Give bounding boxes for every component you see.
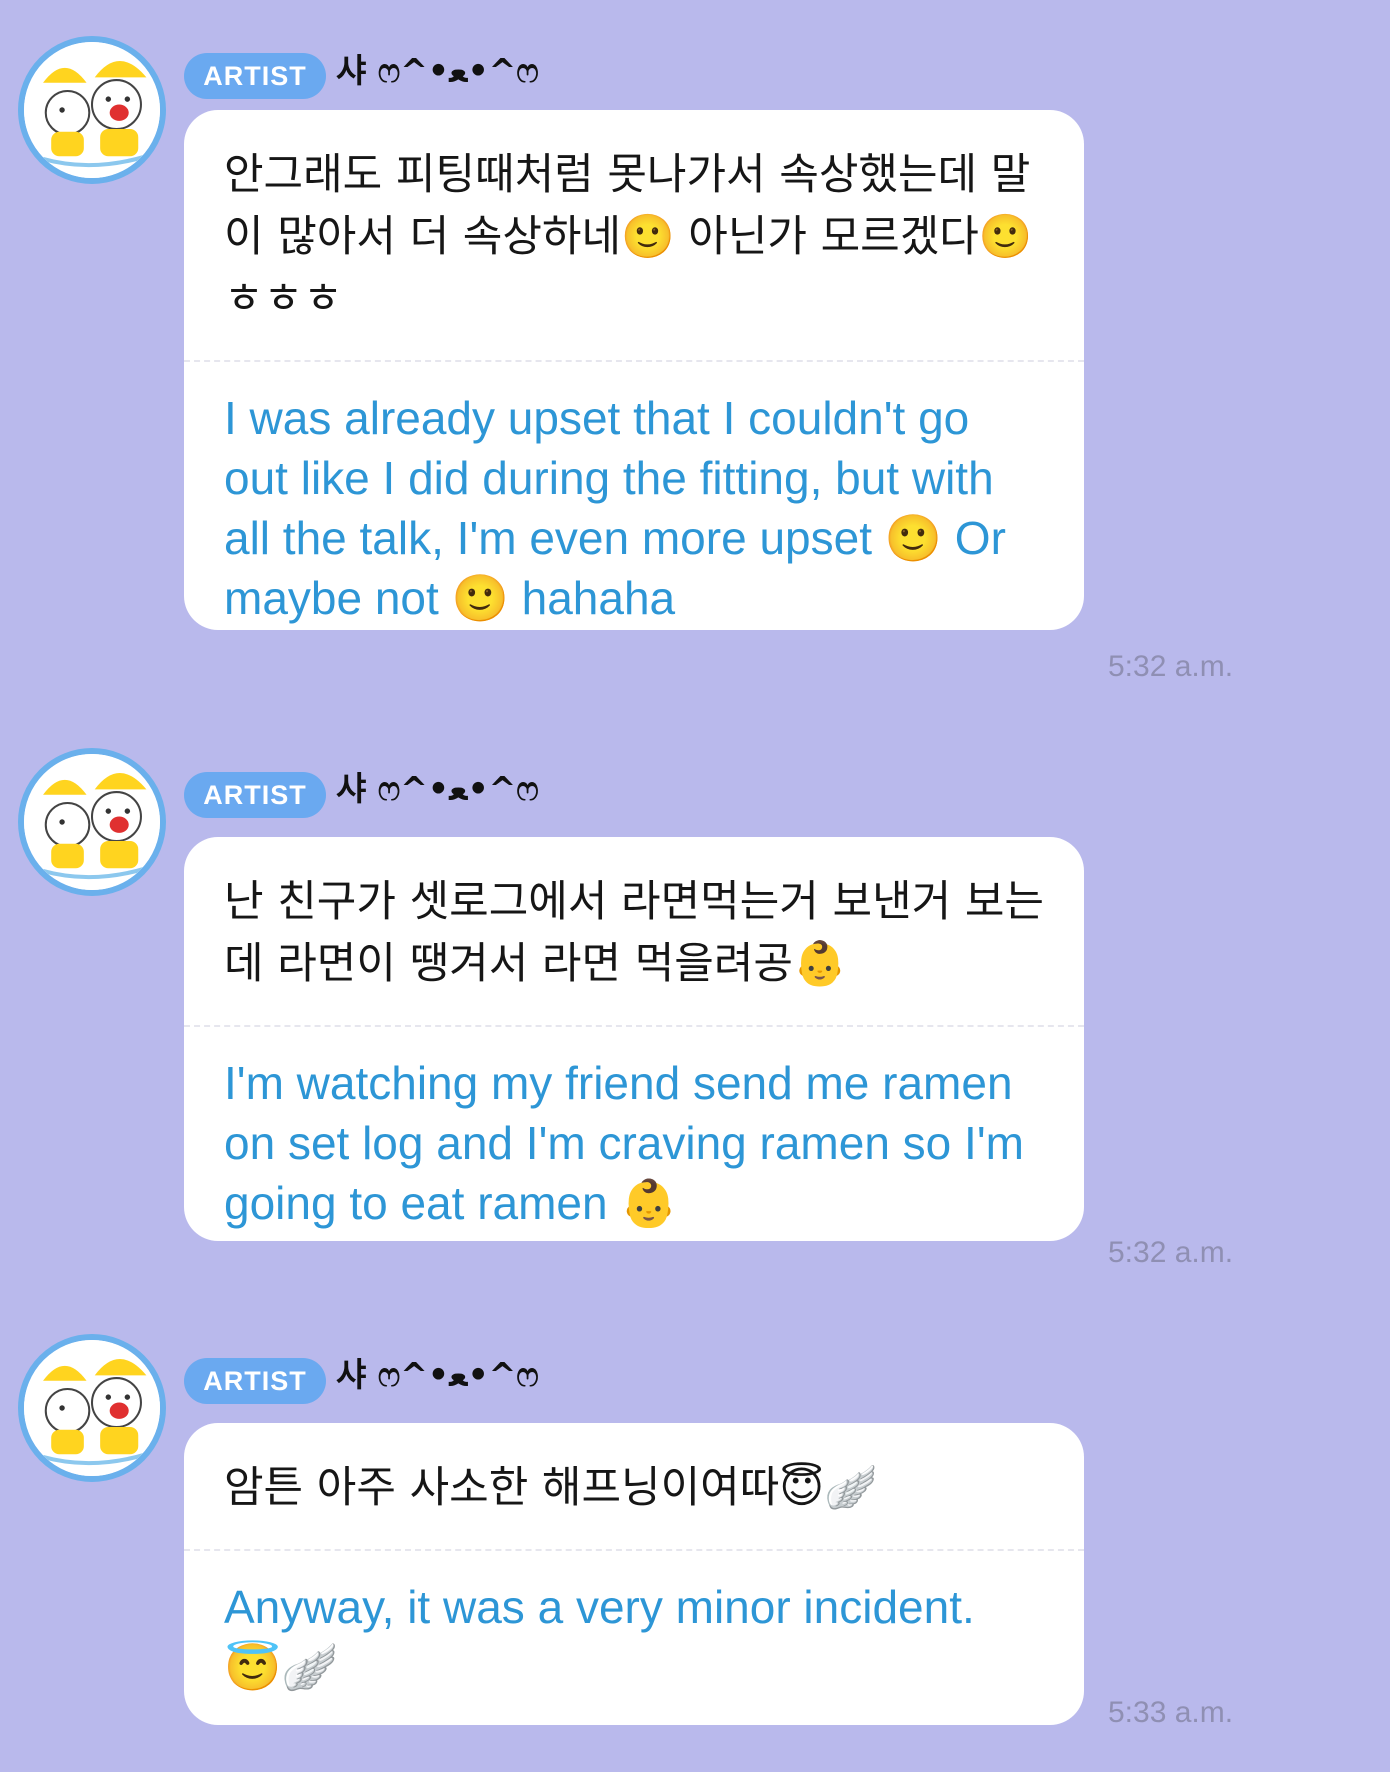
- cartoon-cat-icon: [24, 1340, 160, 1476]
- sender-name[interactable]: 샤 ෆ^•ﻌ•^ෆ: [336, 762, 539, 810]
- cartoon-cat-icon: [24, 754, 160, 890]
- message-bubble[interactable]: 난 친구가 셋로그에서 라면먹는거 보낸거 보는데 라면이 땡겨서 라면 먹을려…: [184, 837, 1084, 1241]
- cartoon-cat-icon: [24, 42, 160, 178]
- artist-badge: ARTIST: [184, 1358, 326, 1404]
- artist-badge: ARTIST: [184, 772, 326, 818]
- artist-badge: ARTIST: [184, 53, 326, 99]
- artist-avatar[interactable]: [18, 1334, 166, 1482]
- timestamp: 5:33 a.m.: [1108, 1696, 1234, 1729]
- original-text: 안그래도 피팅때처럼 못나가서 속상했는데 말이 많아서 더 속상하네🙂 아닌가…: [224, 150, 1033, 324]
- timestamp: 5:32 a.m.: [1108, 650, 1234, 683]
- translated-text: I was already upset that I couldn't go o…: [224, 392, 1006, 624]
- sender-name[interactable]: 샤 ෆ^•ﻌ•^ෆ: [336, 1348, 539, 1396]
- original-text: 난 친구가 셋로그에서 라면먹는거 보낸거 보는데 라면이 땡겨서 라면 먹을려…: [224, 877, 1044, 989]
- message-bubble[interactable]: 안그래도 피팅때처럼 못나가서 속상했는데 말이 많아서 더 속상하네🙂 아닌가…: [184, 110, 1084, 630]
- artist-avatar[interactable]: [18, 748, 166, 896]
- message-bubble[interactable]: 암튼 아주 사소한 해프닝이여따😇🪽 Anyway, it was a very…: [184, 1423, 1084, 1725]
- artist-avatar[interactable]: [18, 36, 166, 184]
- translated-text: I'm watching my friend send me ramen on …: [224, 1057, 1024, 1229]
- sender-name[interactable]: 샤 ෆ^•ﻌ•^ෆ: [336, 44, 539, 92]
- original-text: 암튼 아주 사소한 해프닝이여따😇🪽: [224, 1463, 878, 1513]
- timestamp: 5:32 a.m.: [1108, 1236, 1234, 1269]
- translated-text: Anyway, it was a very minor incident. 😇🪽: [224, 1581, 975, 1693]
